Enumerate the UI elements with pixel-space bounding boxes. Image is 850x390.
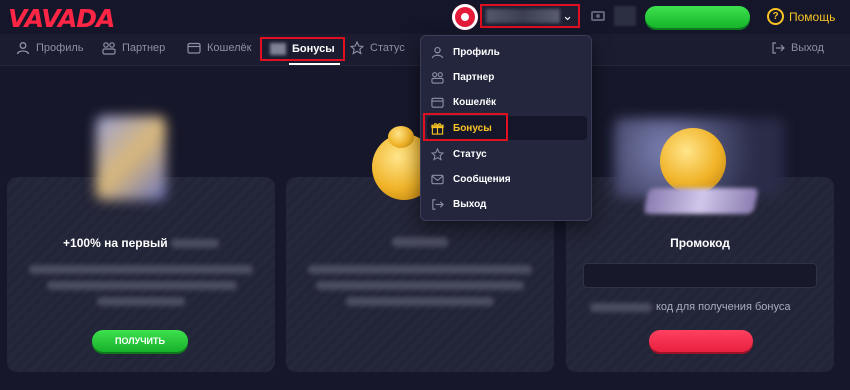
description-redacted-2 — [316, 281, 524, 290]
tab-status[interactable]: Статус — [350, 41, 405, 55]
bonus-card-first-deposit: +100% на первый ПОЛУЧИТЬ — [7, 177, 275, 372]
partner-icon — [102, 42, 116, 55]
menu-item-profile[interactable]: Профиль — [427, 40, 587, 64]
help-label: Помощь — [789, 9, 836, 24]
title-redacted — [170, 239, 219, 248]
user-account-dropdown[interactable]: ⌄ — [480, 4, 580, 28]
question-icon: ? — [767, 8, 784, 25]
tab-bonus[interactable]: Бонусы — [260, 37, 345, 61]
vavada-logo[interactable]: VAVADA — [8, 4, 115, 33]
promo-hint: код для получения бонуса — [656, 301, 791, 313]
highlight-box — [423, 113, 508, 141]
wallet-icon — [431, 97, 444, 108]
menu-item-label: Сообщения — [453, 173, 511, 185]
tab-status-label: Статус — [370, 42, 405, 54]
deposit-button[interactable] — [645, 6, 750, 28]
chevron-down-icon: ⌄ — [562, 8, 573, 23]
promo-cards-illustration — [643, 188, 759, 214]
menu-item-label: Профиль — [453, 46, 500, 58]
user-icon — [431, 46, 444, 58]
description-redacted — [308, 265, 532, 274]
menu-item-label: Выход — [453, 198, 487, 210]
menu-item-label: Кошелёк — [453, 96, 497, 108]
tab-wallet[interactable]: Кошелёк — [187, 41, 251, 55]
menu-item-messages[interactable]: Сообщения — [427, 167, 587, 191]
menu-item-wallet[interactable]: Кошелёк — [427, 90, 587, 114]
promo-code-input[interactable] — [583, 263, 817, 288]
promo-title: Промокод — [670, 236, 730, 250]
activate-promo-button[interactable] — [649, 330, 753, 352]
star-icon — [431, 147, 444, 161]
partner-icon — [431, 71, 444, 84]
top-header: VAVADA ⌄ ? Помощь — [0, 0, 850, 34]
username-redacted — [486, 9, 560, 23]
piggy-bank-ear — [388, 126, 414, 148]
tab-partner-label: Партнер — [122, 42, 166, 54]
balance-redacted — [614, 6, 636, 26]
wallet-icon — [187, 42, 201, 54]
tab-wallet-label: Кошелёк — [207, 42, 252, 54]
description-redacted-3 — [346, 297, 494, 306]
logout-link[interactable]: Выход — [771, 41, 824, 55]
user-icon — [16, 42, 30, 55]
menu-item-label: Партнер — [453, 71, 495, 83]
help-link[interactable]: ? Помощь — [767, 8, 835, 25]
star-icon — [350, 41, 364, 55]
menu-item-partner[interactable]: Партнер — [427, 65, 587, 89]
tab-partner[interactable]: Партнер — [102, 41, 165, 55]
logout-icon — [772, 42, 785, 54]
hint-redacted — [590, 303, 652, 312]
description-redacted-3 — [97, 297, 185, 306]
get-bonus-button[interactable]: ПОЛУЧИТЬ — [92, 330, 188, 352]
gift-icon — [270, 43, 286, 55]
logout-label: Выход — [791, 42, 824, 54]
title-redacted — [392, 237, 448, 247]
tab-profile-label: Профиль — [36, 42, 84, 54]
card-title-first-deposit: +100% на первый — [7, 236, 275, 250]
tab-bonus-label: Бонусы — [292, 43, 335, 55]
avatar[interactable] — [452, 4, 478, 30]
description-redacted-2 — [47, 281, 237, 290]
menu-item-label: Статус — [453, 148, 487, 160]
active-tab-indicator — [289, 63, 340, 65]
menu-item-status[interactable]: Статус — [427, 142, 587, 166]
logout-icon — [432, 198, 444, 210]
first-deposit-title: +100% на первый — [63, 236, 168, 250]
description-redacted — [29, 265, 253, 274]
tab-profile[interactable]: Профиль — [16, 41, 84, 55]
mail-icon — [431, 174, 444, 184]
menu-item-logout[interactable]: Выход — [427, 192, 587, 216]
promo-piggy-illustration — [660, 128, 726, 194]
wallet-icon[interactable] — [591, 11, 605, 21]
bonus-illustration-redacted — [96, 116, 166, 200]
